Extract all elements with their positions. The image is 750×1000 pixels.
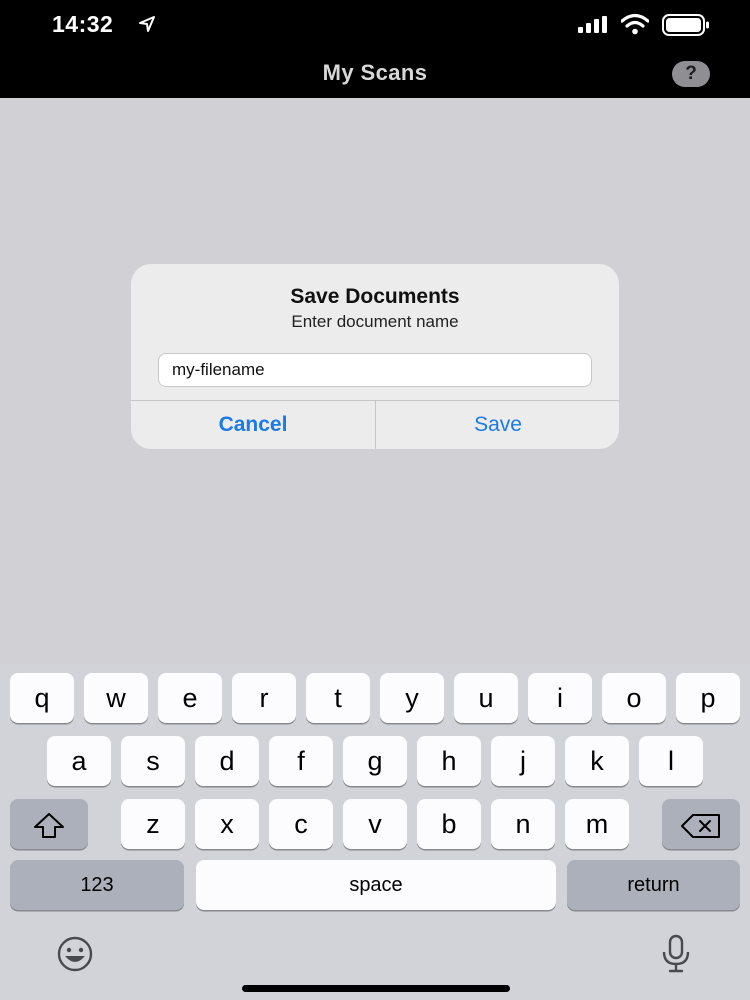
space-key[interactable]: space: [196, 860, 556, 910]
page-title: My Scans: [322, 60, 428, 85]
key-f[interactable]: f: [269, 736, 333, 786]
key-o[interactable]: o: [602, 673, 666, 723]
key-p[interactable]: p: [676, 673, 740, 723]
key-r[interactable]: r: [232, 673, 296, 723]
key-x[interactable]: x: [195, 799, 259, 849]
document-name-input[interactable]: [158, 353, 592, 387]
return-key[interactable]: return: [567, 860, 740, 910]
key-t[interactable]: t: [306, 673, 370, 723]
key-w[interactable]: w: [84, 673, 148, 723]
battery-icon: [662, 14, 709, 36]
key-i[interactable]: i: [528, 673, 592, 723]
location-arrow-icon: [139, 16, 155, 32]
microphone-icon[interactable]: [658, 934, 694, 974]
key-g[interactable]: g: [343, 736, 407, 786]
delete-key[interactable]: [662, 799, 740, 849]
key-u[interactable]: u: [454, 673, 518, 723]
key-b[interactable]: b: [417, 799, 481, 849]
shift-icon: [34, 812, 64, 838]
alert-message: Enter document name: [291, 312, 459, 331]
save-documents-alert: Save Documents Enter document name Cance…: [131, 264, 619, 449]
numbers-key[interactable]: 123: [10, 860, 184, 910]
status-time: 14:32: [52, 11, 114, 37]
key-m[interactable]: m: [565, 799, 629, 849]
help-button[interactable]: ?: [672, 61, 710, 87]
shift-key[interactable]: [10, 799, 88, 849]
key-k[interactable]: k: [565, 736, 629, 786]
home-indicator[interactable]: [242, 985, 510, 992]
keyboard: q w e r t y u i o p a s d f g h j k l z …: [0, 664, 750, 1000]
key-v[interactable]: v: [343, 799, 407, 849]
key-d[interactable]: d: [195, 736, 259, 786]
alert-title: Save Documents: [290, 285, 460, 308]
key-h[interactable]: h: [417, 736, 481, 786]
top-bar: 14:32 My Scans ?: [0, 0, 750, 98]
wifi-icon: [621, 13, 649, 35]
key-s[interactable]: s: [121, 736, 185, 786]
cancel-button[interactable]: Cancel: [131, 401, 375, 449]
key-j[interactable]: j: [491, 736, 555, 786]
key-c[interactable]: c: [269, 799, 333, 849]
save-button[interactable]: Save: [376, 401, 619, 449]
key-q[interactable]: q: [10, 673, 74, 723]
key-a[interactable]: a: [47, 736, 111, 786]
key-l[interactable]: l: [639, 736, 703, 786]
key-e[interactable]: e: [158, 673, 222, 723]
backspace-icon: [681, 813, 720, 838]
key-z[interactable]: z: [121, 799, 185, 849]
key-n[interactable]: n: [491, 799, 555, 849]
cellular-signal-icon: [578, 16, 607, 33]
key-y[interactable]: y: [380, 673, 444, 723]
emoji-icon[interactable]: [50, 935, 100, 973]
